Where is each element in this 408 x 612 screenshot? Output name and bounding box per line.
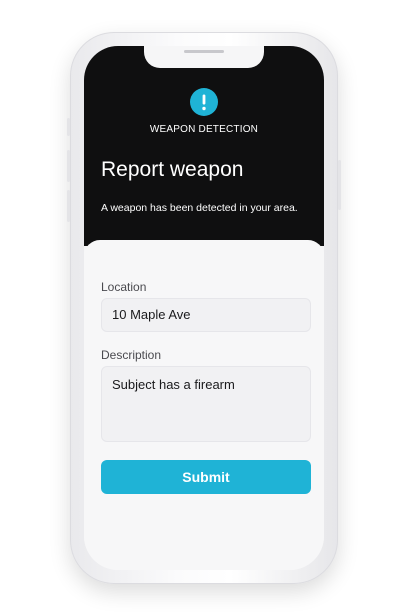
alert-header: WEAPON DETECTION Report weapon A weapon … [84, 46, 324, 246]
header-caption: WEAPON DETECTION [149, 124, 259, 135]
description-field[interactable]: Subject has a firearm [101, 366, 311, 442]
location-label: Location [101, 280, 147, 294]
exclamation-icon [190, 88, 218, 116]
phone-power-button [338, 160, 341, 210]
report-form: Location 10 Maple Ave Description Subjec… [84, 240, 324, 570]
page-title: Report weapon [101, 158, 244, 181]
phone-volume-down-button [67, 190, 70, 222]
phone-side-button [67, 118, 70, 136]
location-field[interactable]: 10 Maple Ave [101, 298, 311, 332]
page-subtitle: A weapon has been detected in your area. [101, 202, 298, 214]
phone-volume-up-button [67, 150, 70, 182]
description-label: Description [101, 348, 162, 362]
submit-button[interactable]: Submit [101, 460, 311, 494]
phone-speaker [184, 50, 224, 53]
phone-screen: WEAPON DETECTION Report weapon A weapon … [84, 46, 324, 570]
scene: WEAPON DETECTION Report weapon A weapon … [0, 0, 408, 612]
phone-frame: WEAPON DETECTION Report weapon A weapon … [67, 32, 341, 584]
